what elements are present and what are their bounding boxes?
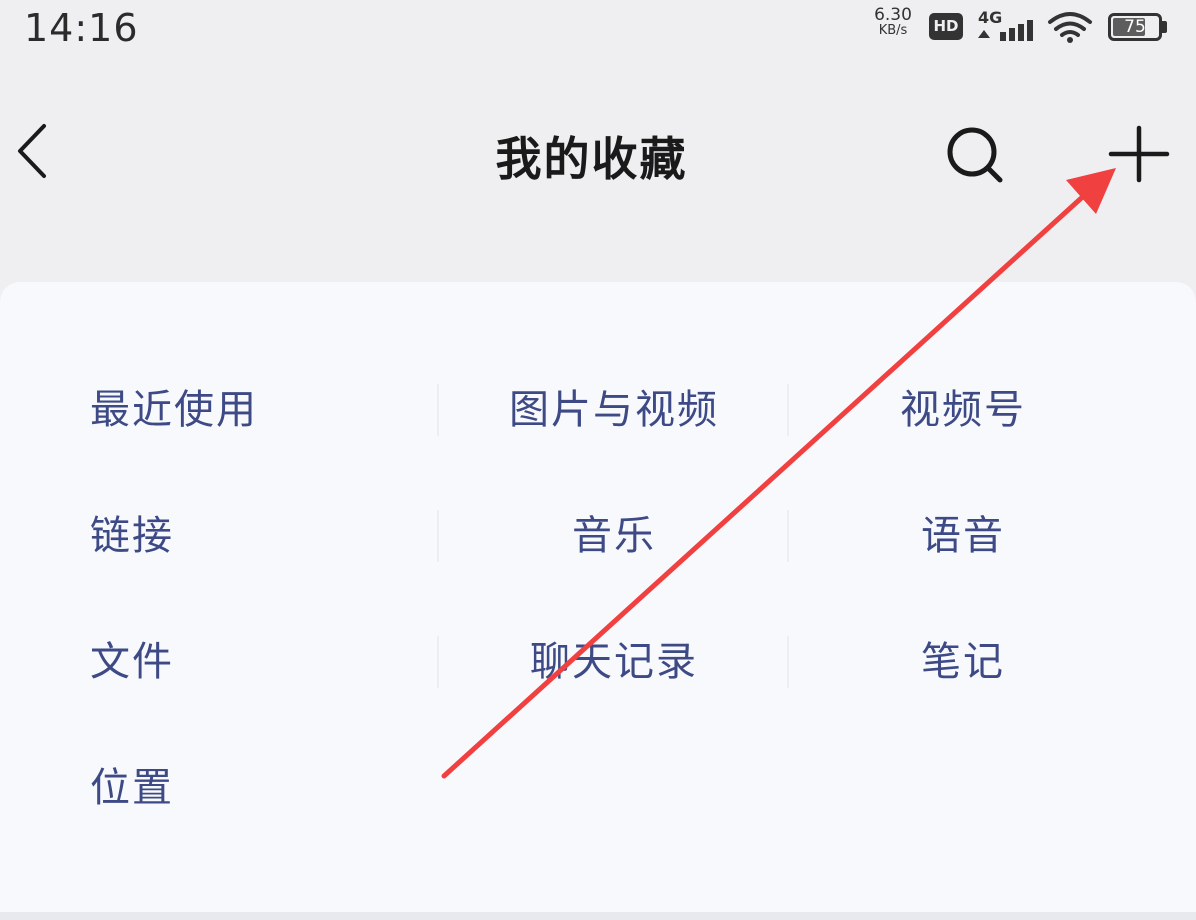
signal-icon: 4G [978, 8, 1034, 44]
divider [787, 384, 789, 436]
status-time: 14:16 [24, 6, 139, 50]
filter-files[interactable]: 文件 [90, 632, 174, 692]
filter-recent[interactable]: 最近使用 [90, 380, 258, 440]
filter-voice[interactable]: 语音 [790, 506, 1136, 566]
status-bar: 14:16 6.30 KB/s HD 4G 75 [0, 0, 1196, 60]
divider [437, 510, 439, 562]
favorites-filter-panel: 最近使用 图片与视频 视频号 链接 音乐 语音 文件 聊天记录 笔记 位置 [0, 282, 1196, 912]
battery-icon: 75 [1108, 13, 1162, 41]
filter-notes[interactable]: 笔记 [790, 632, 1136, 692]
plus-icon [1108, 125, 1170, 183]
network-speed-value: 6.30 [874, 5, 912, 25]
add-button[interactable] [1104, 124, 1174, 190]
filter-location[interactable]: 位置 [90, 758, 174, 818]
divider [787, 636, 789, 688]
search-icon [947, 127, 1003, 183]
hd-icon: HD [929, 13, 963, 40]
search-button[interactable] [942, 124, 1008, 186]
divider [787, 510, 789, 562]
battery-level: 75 [1124, 17, 1146, 37]
filter-chat-history[interactable]: 聊天记录 [440, 632, 788, 692]
network-speed: 6.30 KB/s [870, 5, 916, 39]
filter-links[interactable]: 链接 [90, 506, 174, 566]
network-speed-unit: KB/s [878, 23, 908, 38]
bottom-strip [0, 912, 1196, 920]
divider [437, 636, 439, 688]
filter-photos-videos[interactable]: 图片与视频 [440, 380, 788, 440]
divider [437, 384, 439, 436]
filter-music[interactable]: 音乐 [440, 506, 788, 566]
filter-channels[interactable]: 视频号 [790, 380, 1136, 440]
battery-nub [1162, 21, 1167, 33]
wifi-icon [1048, 12, 1092, 43]
